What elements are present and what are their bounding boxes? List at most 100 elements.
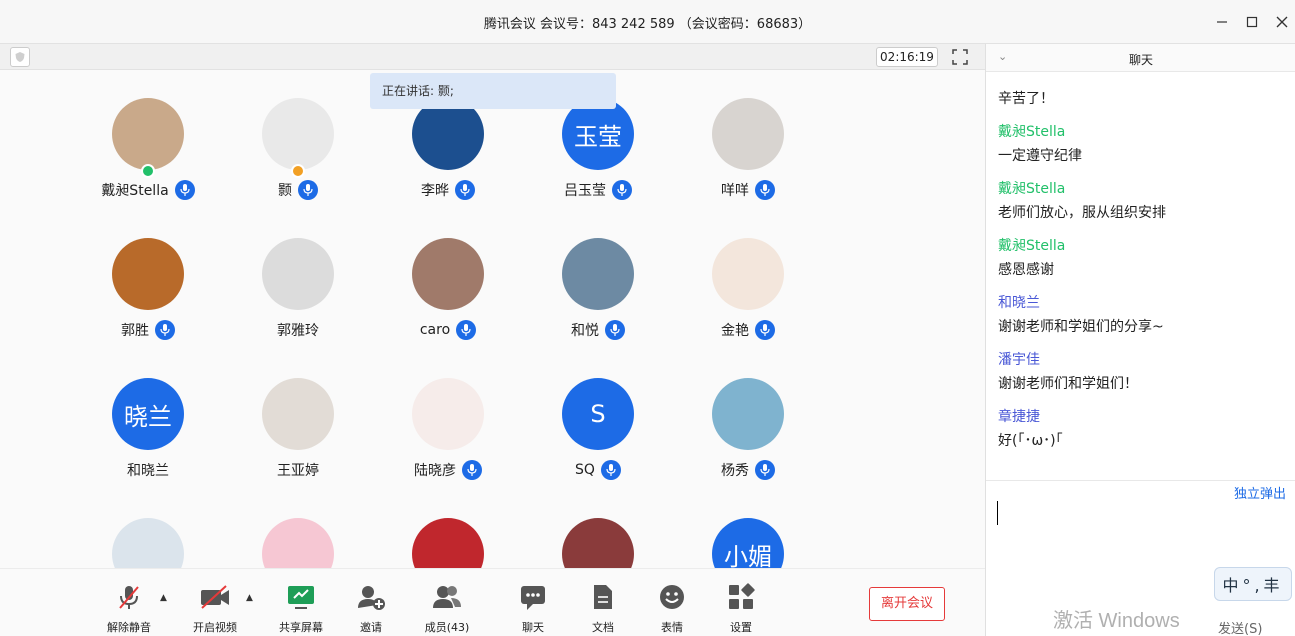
participant-name: 金艳 <box>721 323 749 339</box>
chat-sender: 戴昶Stella <box>998 181 1066 197</box>
participant-tile[interactable]: 郭雅玲 <box>222 210 372 339</box>
text-cursor <box>997 501 998 525</box>
chat-title: 聊天 <box>1128 53 1153 67</box>
activate-windows-watermark: 激活 Windows <box>1053 610 1180 632</box>
mic-icon <box>455 180 475 200</box>
chat-message: 老师们放心，服从组织安排 <box>998 205 1166 221</box>
documents-label: 文档 <box>592 621 614 634</box>
shield-icon <box>15 52 25 62</box>
chat-sender: 潘宇佳 <box>998 352 1040 368</box>
emoji-button[interactable]: 表情 <box>637 581 707 635</box>
smiley-icon <box>660 585 684 609</box>
participant-tile[interactable]: 戴昶Stella <box>72 70 222 200</box>
chat-button[interactable]: 聊天 <box>498 581 568 635</box>
participant-name: 咩咩 <box>721 183 749 199</box>
unmute-button[interactable]: 解除静音 <box>94 581 164 635</box>
document-icon <box>594 585 612 609</box>
participant-name: 和晓兰 <box>127 463 169 479</box>
chat-sender: 章捷捷 <box>998 409 1040 425</box>
participant-tile[interactable]: 颢 <box>222 70 372 200</box>
participant-tile[interactable]: 小媚 <box>672 490 822 568</box>
participant-tile[interactable] <box>222 490 372 568</box>
status-badge <box>141 164 155 178</box>
participant-name-row: 金艳 <box>672 320 824 340</box>
settings-button[interactable]: 设置 <box>706 581 776 635</box>
title-bar: 腾讯会议 会议号：843 242 589 （会议密码：68683） <box>0 0 1295 44</box>
participant-name: 王亚婷 <box>277 463 319 479</box>
meeting-status-strip: 02:16:19 <box>0 44 985 70</box>
share-screen-button[interactable]: 共享屏幕 <box>266 581 336 635</box>
chat-message: 辛苦了！ <box>998 91 1054 107</box>
participant-name: 郭胜 <box>121 323 149 339</box>
avatar <box>262 378 334 450</box>
video-off-icon <box>201 585 229 609</box>
participant-tile[interactable]: 王亚婷 <box>222 350 372 479</box>
close-button[interactable] <box>1270 10 1294 34</box>
mic-icon <box>612 180 632 200</box>
participant-tile[interactable] <box>72 490 222 568</box>
members-button[interactable]: 成员(43) <box>412 581 482 635</box>
audio-options-caret[interactable]: ▲ <box>160 593 167 603</box>
video-options-caret[interactable]: ▲ <box>246 593 253 603</box>
participant-tile[interactable]: 咩咩 <box>672 70 822 200</box>
participant-tile[interactable]: 陆晓彦 <box>372 350 522 480</box>
speaking-indicator: 正在讲话: 颢; <box>370 73 616 109</box>
chat-message: 感恩感谢 <box>998 262 1054 278</box>
avatar <box>262 238 334 310</box>
close-icon <box>1276 16 1288 28</box>
participant-tile[interactable]: 和悦 <box>522 210 672 340</box>
chat-sender: 戴昶Stella <box>998 124 1066 140</box>
mic-icon <box>174 180 195 200</box>
mic-icon <box>605 320 625 340</box>
avatar <box>412 378 484 450</box>
fullscreen-button[interactable] <box>950 47 970 67</box>
members-icon <box>433 586 461 608</box>
participant-tile[interactable] <box>372 490 522 568</box>
participant-name-row: 戴昶Stella <box>72 180 224 200</box>
participant-tile[interactable]: 晓兰 和晓兰 <box>72 350 222 479</box>
mic-icon <box>155 320 175 340</box>
avatar <box>112 238 184 310</box>
participant-tile[interactable]: 郭胜 <box>72 210 222 340</box>
avatar: S <box>562 378 634 450</box>
security-button[interactable] <box>10 47 30 67</box>
chat-message: 好(｢･ω･)｢ <box>998 433 1063 449</box>
chat-icon <box>521 586 545 610</box>
participant-tile[interactable]: 金艳 <box>672 210 822 340</box>
chat-sender: 戴昶Stella <box>998 238 1066 254</box>
participant-tile[interactable]: S SQ <box>522 350 672 480</box>
ime-toolbar[interactable]: 中°,丰 <box>1214 567 1292 601</box>
participant-name: 颢 <box>278 183 292 199</box>
participant-tile[interactable]: caro <box>372 210 522 340</box>
send-button[interactable]: 发送(S) <box>1218 618 1262 636</box>
participant-name: caro <box>419 322 451 338</box>
avatar <box>262 98 334 170</box>
mic-icon <box>298 180 318 200</box>
maximize-button[interactable] <box>1240 10 1264 34</box>
participant-name-row: caro <box>372 320 524 340</box>
settings-label: 设置 <box>730 621 752 634</box>
mic-icon <box>755 180 775 200</box>
leave-meeting-button[interactable]: 离开会议 <box>869 587 945 621</box>
emoji-label: 表情 <box>661 621 683 634</box>
participant-name-row: 咩咩 <box>672 180 824 200</box>
participant-name-row: 和悦 <box>522 320 674 340</box>
participant-name-row: SQ <box>522 460 674 480</box>
mic-icon <box>755 460 775 480</box>
grid-settings-icon <box>729 583 755 609</box>
participant-tile[interactable]: 杨秀 <box>672 350 822 480</box>
start-video-button[interactable]: 开启视频 <box>180 581 250 635</box>
participant-name-row: 郭雅玲 <box>222 320 374 340</box>
participant-grid: 戴昶Stella 颢李晔 玉莹 吕玉莹 咩咩 郭胜 郭雅玲 caro 和悦 金艳 晓兰 和晓兰 王亚婷陆… <box>0 70 985 568</box>
invite-button[interactable]: 邀请 <box>336 581 406 635</box>
documents-button[interactable]: 文档 <box>568 581 638 635</box>
participant-tile[interactable] <box>522 490 672 568</box>
popout-link[interactable]: 独立弹出 <box>1234 483 1286 502</box>
participant-name: 李晔 <box>421 183 449 199</box>
chat-messages[interactable]: 辛苦了！ 戴昶Stella 一定遵守纪律 戴昶Stella 老师们放心，服从组织安排 戴昶… <box>986 72 1295 480</box>
add-person-icon <box>358 586 385 610</box>
participant-name: 杨秀 <box>721 463 749 479</box>
minimize-button[interactable] <box>1210 10 1234 34</box>
participant-name-row: 陆晓彦 <box>372 460 524 480</box>
avatar <box>112 518 184 568</box>
